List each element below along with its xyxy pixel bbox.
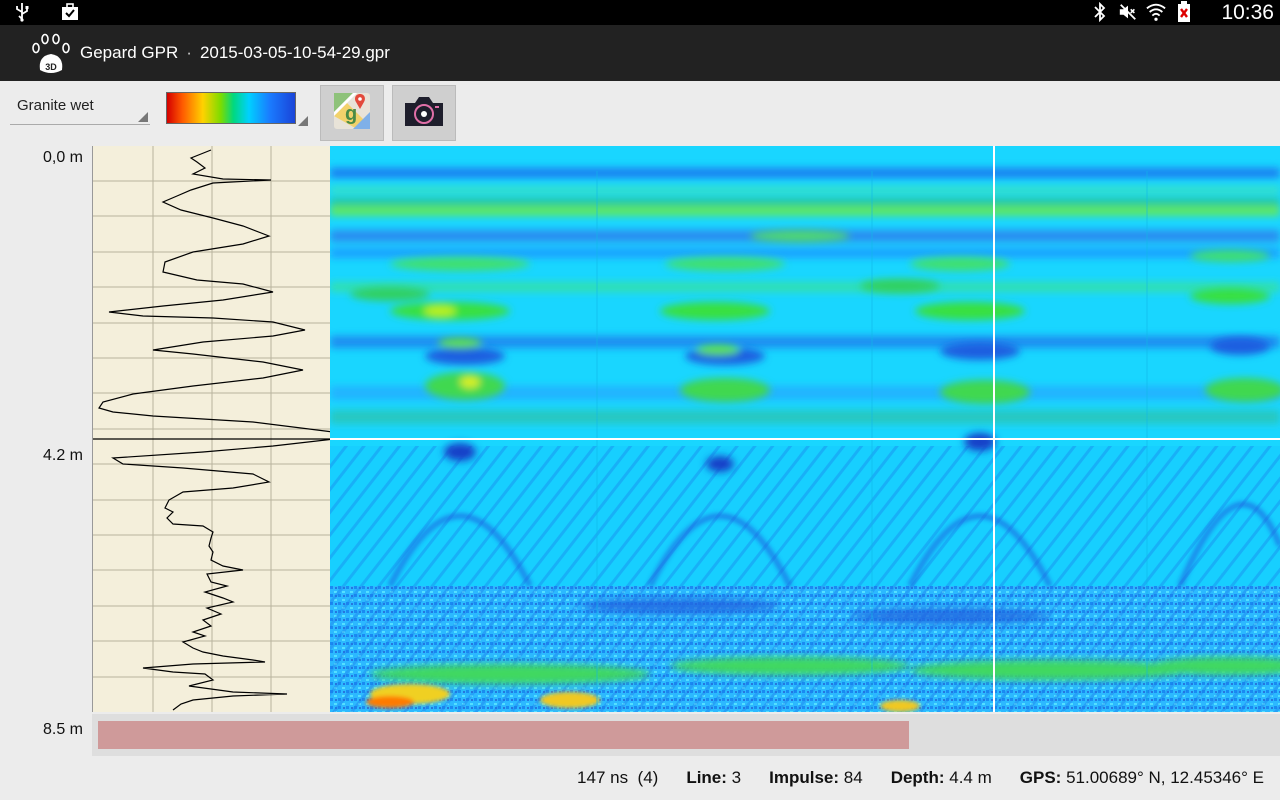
svg-text:g: g (345, 103, 357, 125)
dropdown-triangle-icon (298, 116, 308, 126)
mute-icon (1118, 2, 1138, 22)
line-readout: Line: 3 (686, 768, 741, 788)
svg-text:3D: 3D (45, 62, 57, 72)
impulse-readout: Impulse: 84 (769, 768, 863, 788)
usb-icon (12, 2, 32, 22)
wifi-icon (1146, 2, 1166, 22)
bluetooth-icon (1090, 2, 1110, 22)
title-separator: · (186, 43, 192, 62)
action-bar: 3D Gepard GPR · 2015-03-05-10-54-29.gpr (0, 25, 1280, 81)
colormap-gradient (166, 92, 296, 124)
gps-readout: GPS: 51.00689° N, 12.45346° E (1020, 768, 1264, 788)
time-value: 147 ns (577, 768, 629, 787)
material-selected-label: Granite wet (17, 97, 94, 114)
trace-waveform (98, 149, 330, 711)
time-index: (4) (637, 768, 659, 787)
time-readout: 147 ns (4) (577, 768, 658, 788)
trace-plot (93, 146, 330, 712)
trace-panel[interactable] (92, 146, 330, 712)
file-name: 2015-03-05-10-54-29.gpr (199, 43, 390, 62)
clock: 10:36 (1221, 1, 1274, 24)
depth-label: Depth: (890, 768, 945, 787)
depth-label-bottom: 8.5 m (42, 721, 83, 738)
depth-readout: Depth: 4.4 m (891, 768, 992, 788)
google-maps-icon: g (333, 92, 371, 135)
gps-label: GPS: (1019, 768, 1062, 787)
line-value: 3 (731, 768, 742, 787)
impulse-value: 84 (843, 768, 863, 787)
status-bar: 10:36 (0, 0, 1280, 25)
radargram-view[interactable] (330, 146, 1280, 712)
line-label: Line: (686, 768, 727, 787)
toolbar: Granite wet g (0, 81, 1280, 143)
depth-value: 4.4 m (949, 768, 992, 787)
line-scroll-thumb[interactable] (98, 721, 909, 749)
info-line: 147 ns (4) Line: 3 Impulse: 84 Depth: 4.… (577, 768, 1264, 788)
clipboard-briefcase-icon (60, 2, 80, 22)
maps-button[interactable]: g (320, 85, 384, 141)
paw-3d-icon[interactable]: 3D (30, 30, 74, 78)
dropdown-triangle-icon (138, 112, 148, 122)
depth-label-cursor: 4.2 m (42, 447, 83, 464)
camera-button[interactable] (392, 85, 456, 141)
colormap-spinner[interactable] (166, 92, 308, 126)
gps-value: 51.00689° N, 12.45346° E (1066, 768, 1264, 787)
line-scroll-track[interactable] (92, 714, 1280, 756)
material-spinner[interactable]: Granite wet (10, 95, 150, 125)
impulse-label: Impulse: (769, 768, 840, 787)
app-title: Gepard GPR · 2015-03-05-10-54-29.gpr (80, 43, 390, 63)
app-name: Gepard GPR (80, 43, 179, 62)
battery-icon (1174, 1, 1194, 22)
camera-icon (402, 94, 446, 133)
radargram-image (330, 146, 1280, 712)
depth-label-top: 0,0 m (42, 149, 83, 166)
